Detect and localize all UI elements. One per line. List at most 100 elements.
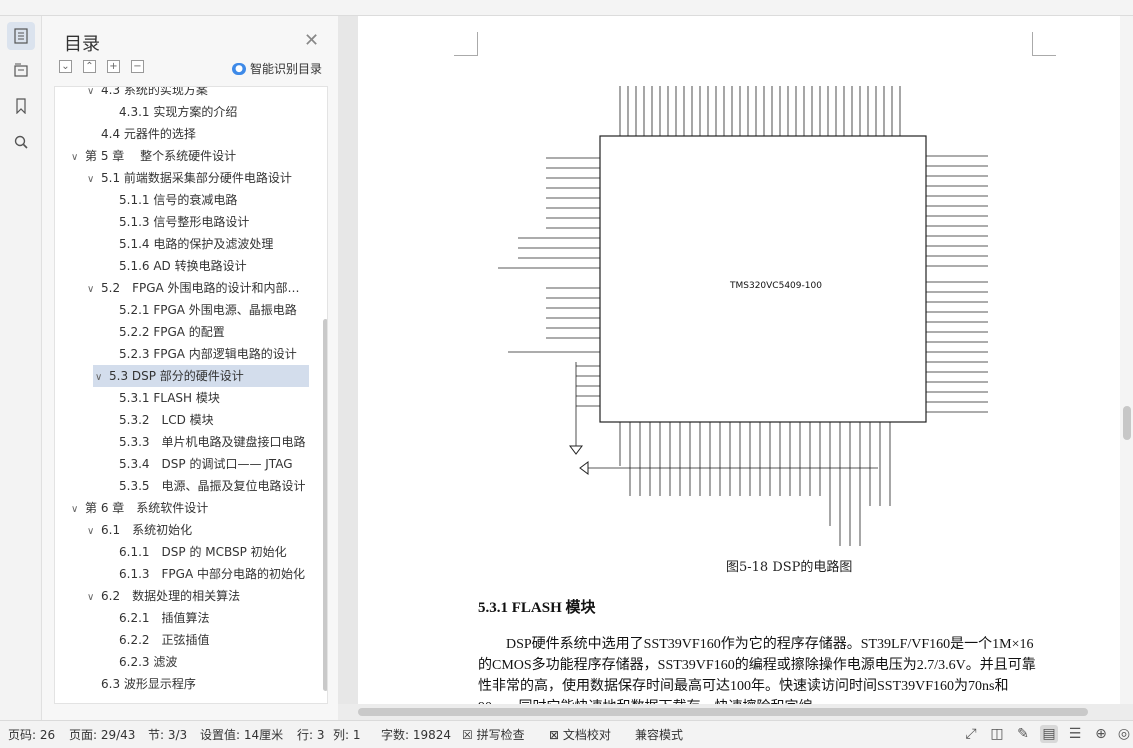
toc-item[interactable]: ∨ 第 5 章 整个系统硬件设计: [55, 145, 309, 167]
chevron-down-icon[interactable]: ∨: [71, 147, 85, 167]
page-view-icon[interactable]: ▤: [1040, 725, 1058, 743]
toc-item[interactable]: 6.2.3 滤波: [55, 651, 309, 673]
toc-item[interactable]: 5.3.1 FLASH 模块: [55, 387, 309, 409]
doc-proof-icon: ⊠: [549, 728, 563, 742]
toc-item-label: 6.3 波形显示程序: [101, 677, 196, 691]
dsp-circuit-diagram: TMS320VC5409-100: [498, 86, 988, 546]
toc-item[interactable]: 5.1.3 信号整形电路设计: [55, 211, 309, 233]
toc-item[interactable]: 5.2.3 FPGA 内部逻辑电路的设计: [55, 343, 309, 365]
toc-item[interactable]: ∨ 6.2 数据处理的相关算法: [55, 585, 309, 607]
toc-scrollbar[interactable]: [323, 319, 327, 691]
eye-protect-icon[interactable]: ◎: [1115, 725, 1133, 743]
toc-item-label: 5.1.6 AD 转换电路设计: [119, 259, 247, 273]
status-section[interactable]: 节: 3/3: [148, 726, 187, 743]
bookmark-icon[interactable]: [7, 92, 35, 120]
web-view-icon[interactable]: ⊕: [1092, 725, 1110, 743]
toc-item[interactable]: ∨ 5.1 前端数据采集部分硬件电路设计: [55, 167, 309, 189]
horizontal-scroll-thumb[interactable]: [358, 708, 1088, 716]
chevron-down-icon[interactable]: ∨: [87, 279, 101, 299]
toc-item-label: 5.3.3 单片机电路及键盘接口电路: [119, 435, 306, 449]
remove-heading-icon[interactable]: −: [131, 60, 144, 73]
status-row[interactable]: 行: 3: [297, 726, 325, 743]
toc-item[interactable]: 6.2.2 正弦插值: [55, 629, 309, 651]
toc-item-label: 5.2 FPGA 外围电路的设计和内部逻辑: [101, 281, 309, 295]
toc-item[interactable]: 5.3.4 DSP 的调试口—— JTAG: [55, 453, 309, 475]
smart-toc-button[interactable]: ● 智能识别目录: [232, 60, 322, 77]
toc-panel: 目录 ✕ ⌄ ⌃ + − ● 智能识别目录 ∨ 4.3 系统的实现方案 4.3.1 …: [42, 16, 338, 720]
spell-check-button[interactable]: ☒ 拼写检查: [462, 726, 525, 743]
vertical-scrollbar[interactable]: [1120, 16, 1133, 704]
figure-caption: 图5-18 DSP的电路图: [726, 560, 853, 575]
close-icon[interactable]: ✕: [304, 30, 319, 51]
fullscreen-icon[interactable]: ⤢: [962, 725, 980, 743]
toc-panel-icon[interactable]: [7, 22, 35, 50]
toc-item[interactable]: ∨ 第 6 章 系统软件设计: [55, 497, 309, 519]
section-heading: 5.3.1 FLASH 模块: [478, 600, 596, 616]
toc-item[interactable]: 5.2.2 FPGA 的配置: [55, 321, 309, 343]
status-page-code[interactable]: 页码: 26: [8, 726, 55, 743]
toc-list: ∨ 4.3 系统的实现方案 4.3.1 实现方案的介绍 4.4 元器件的选择 ∨ 第 5 …: [54, 86, 328, 704]
toc-item[interactable]: 4.4 元器件的选择: [55, 123, 309, 145]
compat-mode-label: 兼容模式: [635, 728, 684, 742]
chevron-down-icon[interactable]: ∨: [87, 169, 101, 189]
toc-item-label: 6.1.1 DSP 的 MCBSP 初始化: [119, 545, 287, 559]
toc-item-label: 5.2.1 FPGA 外围电源、晶振电路: [119, 303, 297, 317]
panel-splitter[interactable]: [338, 16, 358, 720]
chevron-down-icon[interactable]: ∨: [71, 499, 85, 519]
top-toolbar-strip: [0, 0, 1133, 16]
status-col[interactable]: 列: 1: [333, 726, 361, 743]
toc-item[interactable]: ∨ 4.3 系统的实现方案: [55, 86, 309, 101]
chevron-down-icon[interactable]: ∨: [87, 521, 101, 541]
toc-item[interactable]: 6.2.1 插值算法: [55, 607, 309, 629]
toc-title: 目录: [64, 34, 100, 55]
expand-up-icon[interactable]: ⌃: [83, 60, 96, 73]
vertical-scroll-thumb[interactable]: [1123, 406, 1131, 440]
toc-item[interactable]: 4.3.1 实现方案的介绍: [55, 101, 309, 123]
toc-item[interactable]: 5.3.5 电源、晶振及复位电路设计: [55, 475, 309, 497]
toc-item-label: 5.1.1 信号的衰减电路: [119, 193, 238, 207]
toc-item-label: 6.1 系统初始化: [101, 523, 193, 537]
toc-item-label: 6.2 数据处理的相关算法: [101, 589, 241, 603]
doc-proof-button[interactable]: ⊠ 文档校对: [549, 726, 611, 743]
toc-item[interactable]: 5.3.3 单片机电路及键盘接口电路: [55, 431, 309, 453]
outline-view-icon[interactable]: ☰: [1066, 725, 1084, 743]
collapse-all-icon[interactable]: ⌄: [59, 60, 72, 73]
horizontal-scrollbar[interactable]: [338, 704, 1133, 720]
toc-item[interactable]: 6.1.3 FPGA 中部分电路的初始化: [55, 563, 309, 585]
chapter-nav-icon[interactable]: [7, 56, 35, 84]
spell-check-label: 拼写检查: [476, 728, 525, 742]
status-page[interactable]: 页面: 29/43: [69, 726, 135, 743]
toc-item-label: 5.3.5 电源、晶振及复位电路设计: [119, 479, 306, 493]
chevron-down-icon[interactable]: ∨: [95, 367, 109, 387]
chevron-down-icon[interactable]: ∨: [87, 587, 101, 607]
search-icon[interactable]: [7, 128, 35, 156]
smart-toc-label: 智能识别目录: [250, 62, 323, 76]
toc-item[interactable]: ∨ 5.3 DSP 部分的硬件设计: [93, 365, 309, 387]
toc-item[interactable]: 6.3 波形显示程序: [55, 673, 309, 695]
toc-item-label: 5.1.3 信号整形电路设计: [119, 215, 250, 229]
smart-ai-icon: ●: [232, 62, 246, 75]
toc-item-label: 5.1.4 电路的保护及滤波处理: [119, 237, 274, 251]
toc-item-label: 4.3 系统的实现方案: [101, 86, 208, 97]
toc-item-label: 6.2.3 滤波: [119, 655, 178, 669]
toc-item-label: 第 6 章 系统软件设计: [85, 501, 209, 515]
toc-item-label: 5.3.2 LCD 模块: [119, 413, 214, 427]
toc-item[interactable]: 5.2.1 FPGA 外围电源、晶振电路: [55, 299, 309, 321]
toc-item[interactable]: ∨ 6.1 系统初始化: [55, 519, 309, 541]
toc-item-label: 6.2.2 正弦插值: [119, 633, 210, 647]
add-heading-icon[interactable]: +: [107, 60, 120, 73]
toc-item[interactable]: ∨ 5.2 FPGA 外围电路的设计和内部逻辑: [55, 277, 309, 299]
write-mode-icon[interactable]: ✎: [1014, 725, 1032, 743]
document-area: TMS320VC5409-100 图5-18 DSP的电路图 5.3.1 FLA…: [358, 16, 1120, 704]
toc-item[interactable]: 5.1.4 电路的保护及滤波处理: [55, 233, 309, 255]
toc-item[interactable]: 5.3.2 LCD 模块: [55, 409, 309, 431]
status-setting[interactable]: 设置值: 14厘米: [200, 726, 283, 743]
chevron-down-icon[interactable]: ∨: [87, 87, 101, 101]
status-word-count[interactable]: 字数: 19824: [381, 726, 451, 743]
toc-item[interactable]: 5.1.6 AD 转换电路设计: [55, 255, 309, 277]
body-paragraph[interactable]: DSP硬件系统中选用了SST39VF160作为它的程序存储器。ST39LF/VF…: [478, 634, 1036, 704]
read-mode-icon[interactable]: ◫: [988, 725, 1006, 743]
toc-item[interactable]: 5.1.1 信号的衰减电路: [55, 189, 309, 211]
document-page: TMS320VC5409-100 图5-18 DSP的电路图 5.3.1 FLA…: [358, 16, 1120, 704]
toc-item[interactable]: 6.1.1 DSP 的 MCBSP 初始化: [55, 541, 309, 563]
